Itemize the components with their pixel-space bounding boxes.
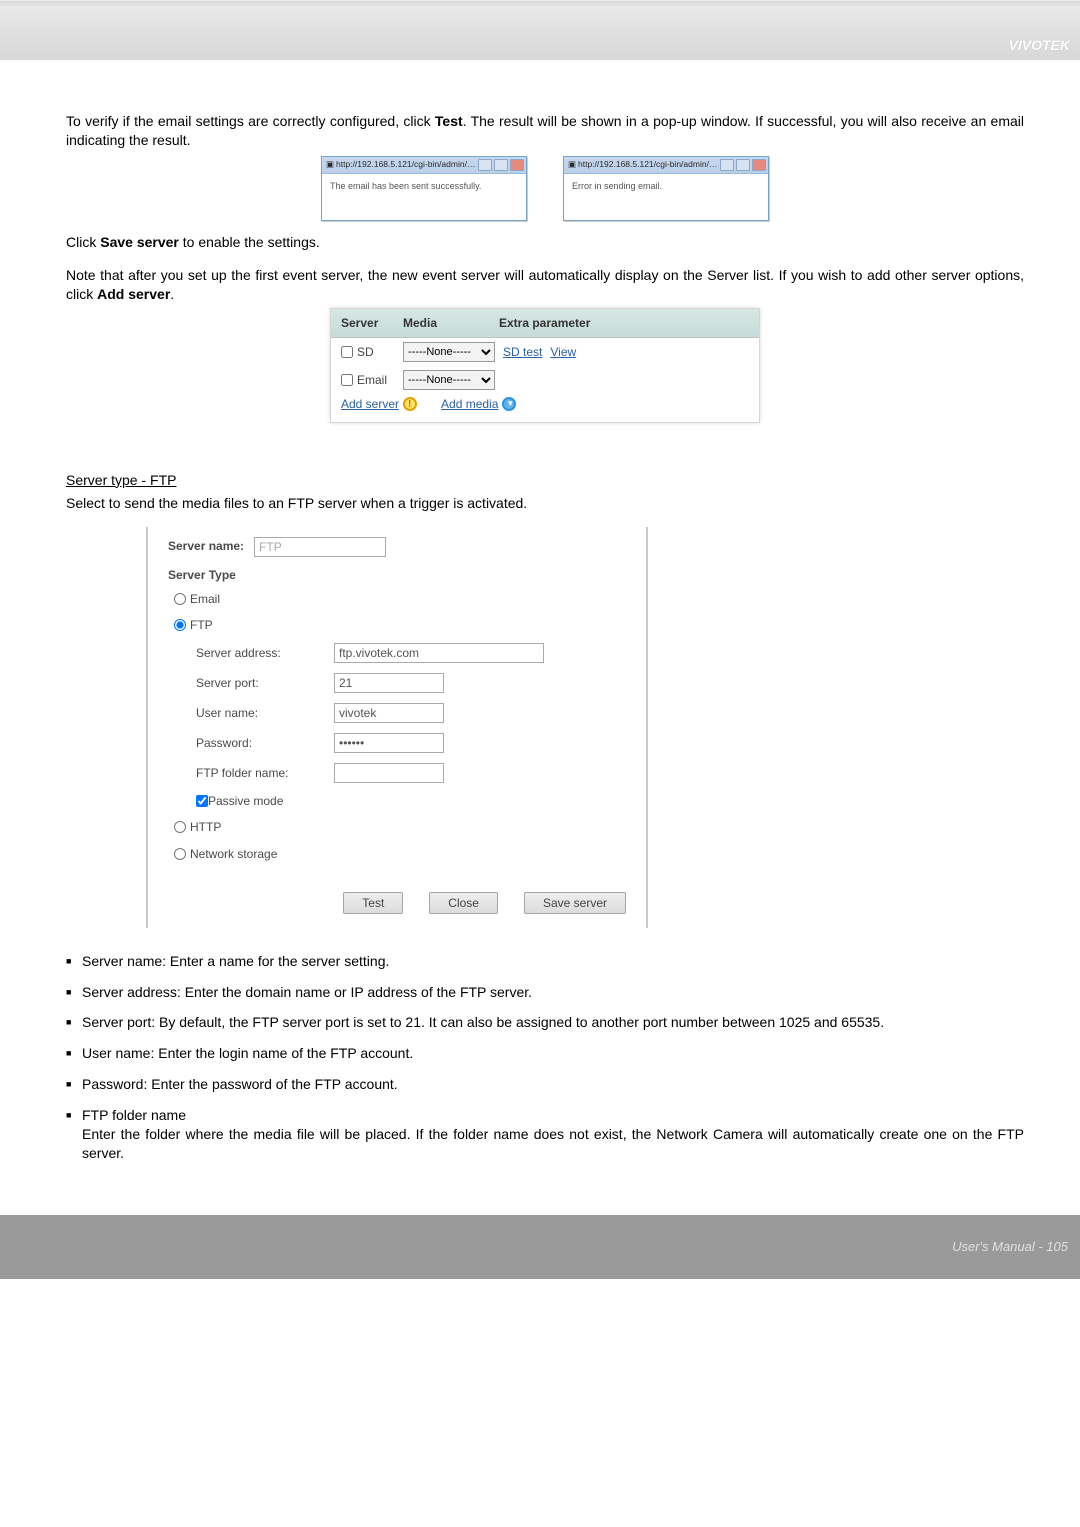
radio-email: Email bbox=[174, 591, 626, 607]
section-desc: Select to send the media files to an FTP… bbox=[66, 494, 1024, 513]
list-item: User name: Enter the login name of the F… bbox=[66, 1044, 1024, 1063]
col-server: Server bbox=[341, 315, 403, 331]
max-icon bbox=[736, 159, 750, 171]
page-content: To verify if the email settings are corr… bbox=[0, 60, 1080, 1215]
sd-checkbox[interactable] bbox=[341, 346, 353, 358]
sd-test-link[interactable]: SD test bbox=[503, 344, 542, 360]
email-media-select[interactable]: -----None----- bbox=[403, 370, 495, 390]
popup-title: ▣ http://192.168.5.121/cgi-bin/admin/tes… bbox=[564, 157, 768, 174]
table-row: Email -----None----- bbox=[331, 366, 759, 394]
paragraph-verify: To verify if the email settings are corr… bbox=[66, 112, 1024, 150]
list-item: Server name: Enter a name for the server… bbox=[66, 952, 1024, 971]
save-server-button[interactable]: Save server bbox=[524, 892, 626, 914]
radio-ns-label: Network storage bbox=[190, 846, 277, 862]
col-media: Media bbox=[403, 315, 499, 331]
radio-ns-input[interactable] bbox=[174, 848, 186, 860]
popup-body: Error in sending email. bbox=[564, 174, 768, 220]
email-checkbox[interactable] bbox=[341, 374, 353, 386]
radio-email-input[interactable] bbox=[174, 593, 186, 605]
arrow-down-icon bbox=[502, 397, 516, 411]
page-header: VIVOTEK bbox=[0, 0, 1080, 60]
email-label: Email bbox=[357, 372, 387, 388]
list-item: Password: Enter the password of the FTP … bbox=[66, 1075, 1024, 1094]
server-type-label: Server Type bbox=[168, 567, 626, 583]
passive-mode-checkbox[interactable] bbox=[196, 795, 208, 807]
paragraph-note: Note that after you set up the first eve… bbox=[66, 266, 1024, 304]
ie-icon: ▣ bbox=[326, 159, 334, 170]
close-icon bbox=[752, 159, 766, 171]
min-icon bbox=[478, 159, 492, 171]
warning-icon bbox=[403, 397, 417, 411]
page-footer: User's Manual - 105 bbox=[0, 1215, 1080, 1279]
add-server-link[interactable]: Add server bbox=[341, 396, 417, 412]
popup-body: The email has been sent successfully. bbox=[322, 174, 526, 220]
popup-error: ▣ http://192.168.5.121/cgi-bin/admin/tes… bbox=[563, 156, 769, 221]
radio-ftp-input[interactable] bbox=[174, 619, 186, 631]
server-port-input[interactable] bbox=[334, 673, 444, 693]
radio-http-label: HTTP bbox=[190, 819, 221, 835]
radio-http-input[interactable] bbox=[174, 821, 186, 833]
server-address-input[interactable] bbox=[334, 643, 544, 663]
server-table-head: Server Media Extra parameter bbox=[331, 309, 759, 338]
footer-text: User's Manual - 105 bbox=[952, 1239, 1068, 1254]
t: To verify if the email settings are corr… bbox=[66, 113, 435, 129]
sd-media-select[interactable]: -----None----- bbox=[403, 342, 495, 362]
add-server-word: Add server bbox=[97, 286, 170, 302]
t: Note that after you set up the first eve… bbox=[66, 267, 1024, 302]
brand-text: VIVOTEK bbox=[1009, 37, 1070, 53]
t: to enable the settings. bbox=[179, 234, 320, 250]
popup-title-text: http://192.168.5.121/cgi-bin/admin/tests… bbox=[336, 159, 476, 170]
ftp-form: Server address: Server port: User name: … bbox=[196, 643, 626, 809]
popup-title-text: http://192.168.5.121/cgi-bin/admin/tests… bbox=[578, 159, 718, 170]
password-input[interactable] bbox=[334, 733, 444, 753]
ftp-panel: Server name: Server Type Email FTP Serve… bbox=[146, 527, 648, 928]
max-icon bbox=[494, 159, 508, 171]
sd-view-link[interactable]: View bbox=[550, 344, 576, 360]
radio-email-label: Email bbox=[190, 591, 220, 607]
list-item: FTP folder name Enter the folder where t… bbox=[66, 1106, 1024, 1163]
col-extra: Extra parameter bbox=[499, 315, 651, 331]
ftp-folder-input[interactable] bbox=[334, 763, 444, 783]
popup-row: ▣ http://192.168.5.121/cgi-bin/admin/tes… bbox=[66, 156, 1024, 221]
ie-icon: ▣ bbox=[568, 159, 576, 170]
table-row: SD -----None----- SD test View bbox=[331, 338, 759, 366]
radio-ftp-label: FTP bbox=[190, 617, 213, 633]
list-item: Server address: Enter the domain name or… bbox=[66, 983, 1024, 1002]
username-input[interactable] bbox=[334, 703, 444, 723]
ftp-buttons: Test Close Save server bbox=[168, 892, 626, 914]
t: . bbox=[170, 286, 174, 302]
sd-label: SD bbox=[357, 344, 374, 360]
popup-success: ▣ http://192.168.5.121/cgi-bin/admin/tes… bbox=[321, 156, 527, 221]
folder-label: FTP folder name: bbox=[196, 765, 334, 781]
close-icon bbox=[510, 159, 524, 171]
port-label: Server port: bbox=[196, 675, 334, 691]
test-button[interactable]: Test bbox=[343, 892, 403, 914]
close-button[interactable]: Close bbox=[429, 892, 498, 914]
save-server-word: Save server bbox=[100, 234, 179, 250]
list-item: Server port: By default, the FTP server … bbox=[66, 1013, 1024, 1032]
server-name-label: Server name: bbox=[168, 538, 244, 554]
radio-http: HTTP bbox=[174, 819, 626, 835]
radio-ftp: FTP bbox=[174, 617, 626, 633]
add-media-link[interactable]: Add media bbox=[441, 396, 516, 412]
t: Click bbox=[66, 234, 100, 250]
pass-label: Password: bbox=[196, 735, 334, 751]
paragraph-save: Click Save server to enable the settings… bbox=[66, 233, 1024, 252]
radio-ns: Network storage bbox=[174, 846, 626, 862]
table-actions: Add server Add media bbox=[341, 396, 516, 412]
popup-title: ▣ http://192.168.5.121/cgi-bin/admin/tes… bbox=[322, 157, 526, 174]
server-name-row: Server name: bbox=[168, 537, 626, 557]
server-table: Server Media Extra parameter SD -----Non… bbox=[330, 308, 760, 423]
section-title: Server type - FTP bbox=[66, 471, 1024, 490]
passive-mode-label: Passive mode bbox=[208, 793, 283, 809]
user-label: User name: bbox=[196, 705, 334, 721]
min-icon bbox=[720, 159, 734, 171]
addr-label: Server address: bbox=[196, 645, 334, 661]
server-name-input[interactable] bbox=[254, 537, 386, 557]
bullet-list: Server name: Enter a name for the server… bbox=[66, 952, 1024, 1163]
test-word: Test bbox=[435, 113, 463, 129]
